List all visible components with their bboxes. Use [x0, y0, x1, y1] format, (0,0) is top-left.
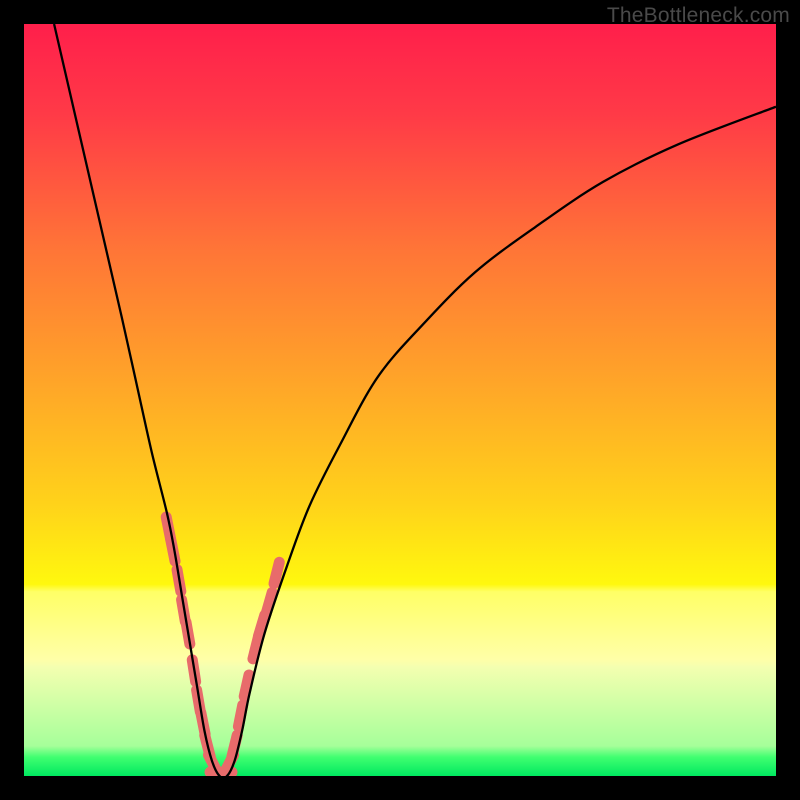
bottleneck-curve	[54, 24, 776, 776]
plot-area	[24, 24, 776, 776]
curve-layer	[24, 24, 776, 776]
accent-spots-group	[166, 517, 279, 774]
accent-spot	[238, 705, 242, 727]
accent-spot	[244, 675, 249, 696]
chart-frame: TheBottleneck.com	[0, 0, 800, 800]
watermark-text: TheBottleneck.com	[607, 4, 790, 28]
accent-spot	[274, 562, 279, 583]
